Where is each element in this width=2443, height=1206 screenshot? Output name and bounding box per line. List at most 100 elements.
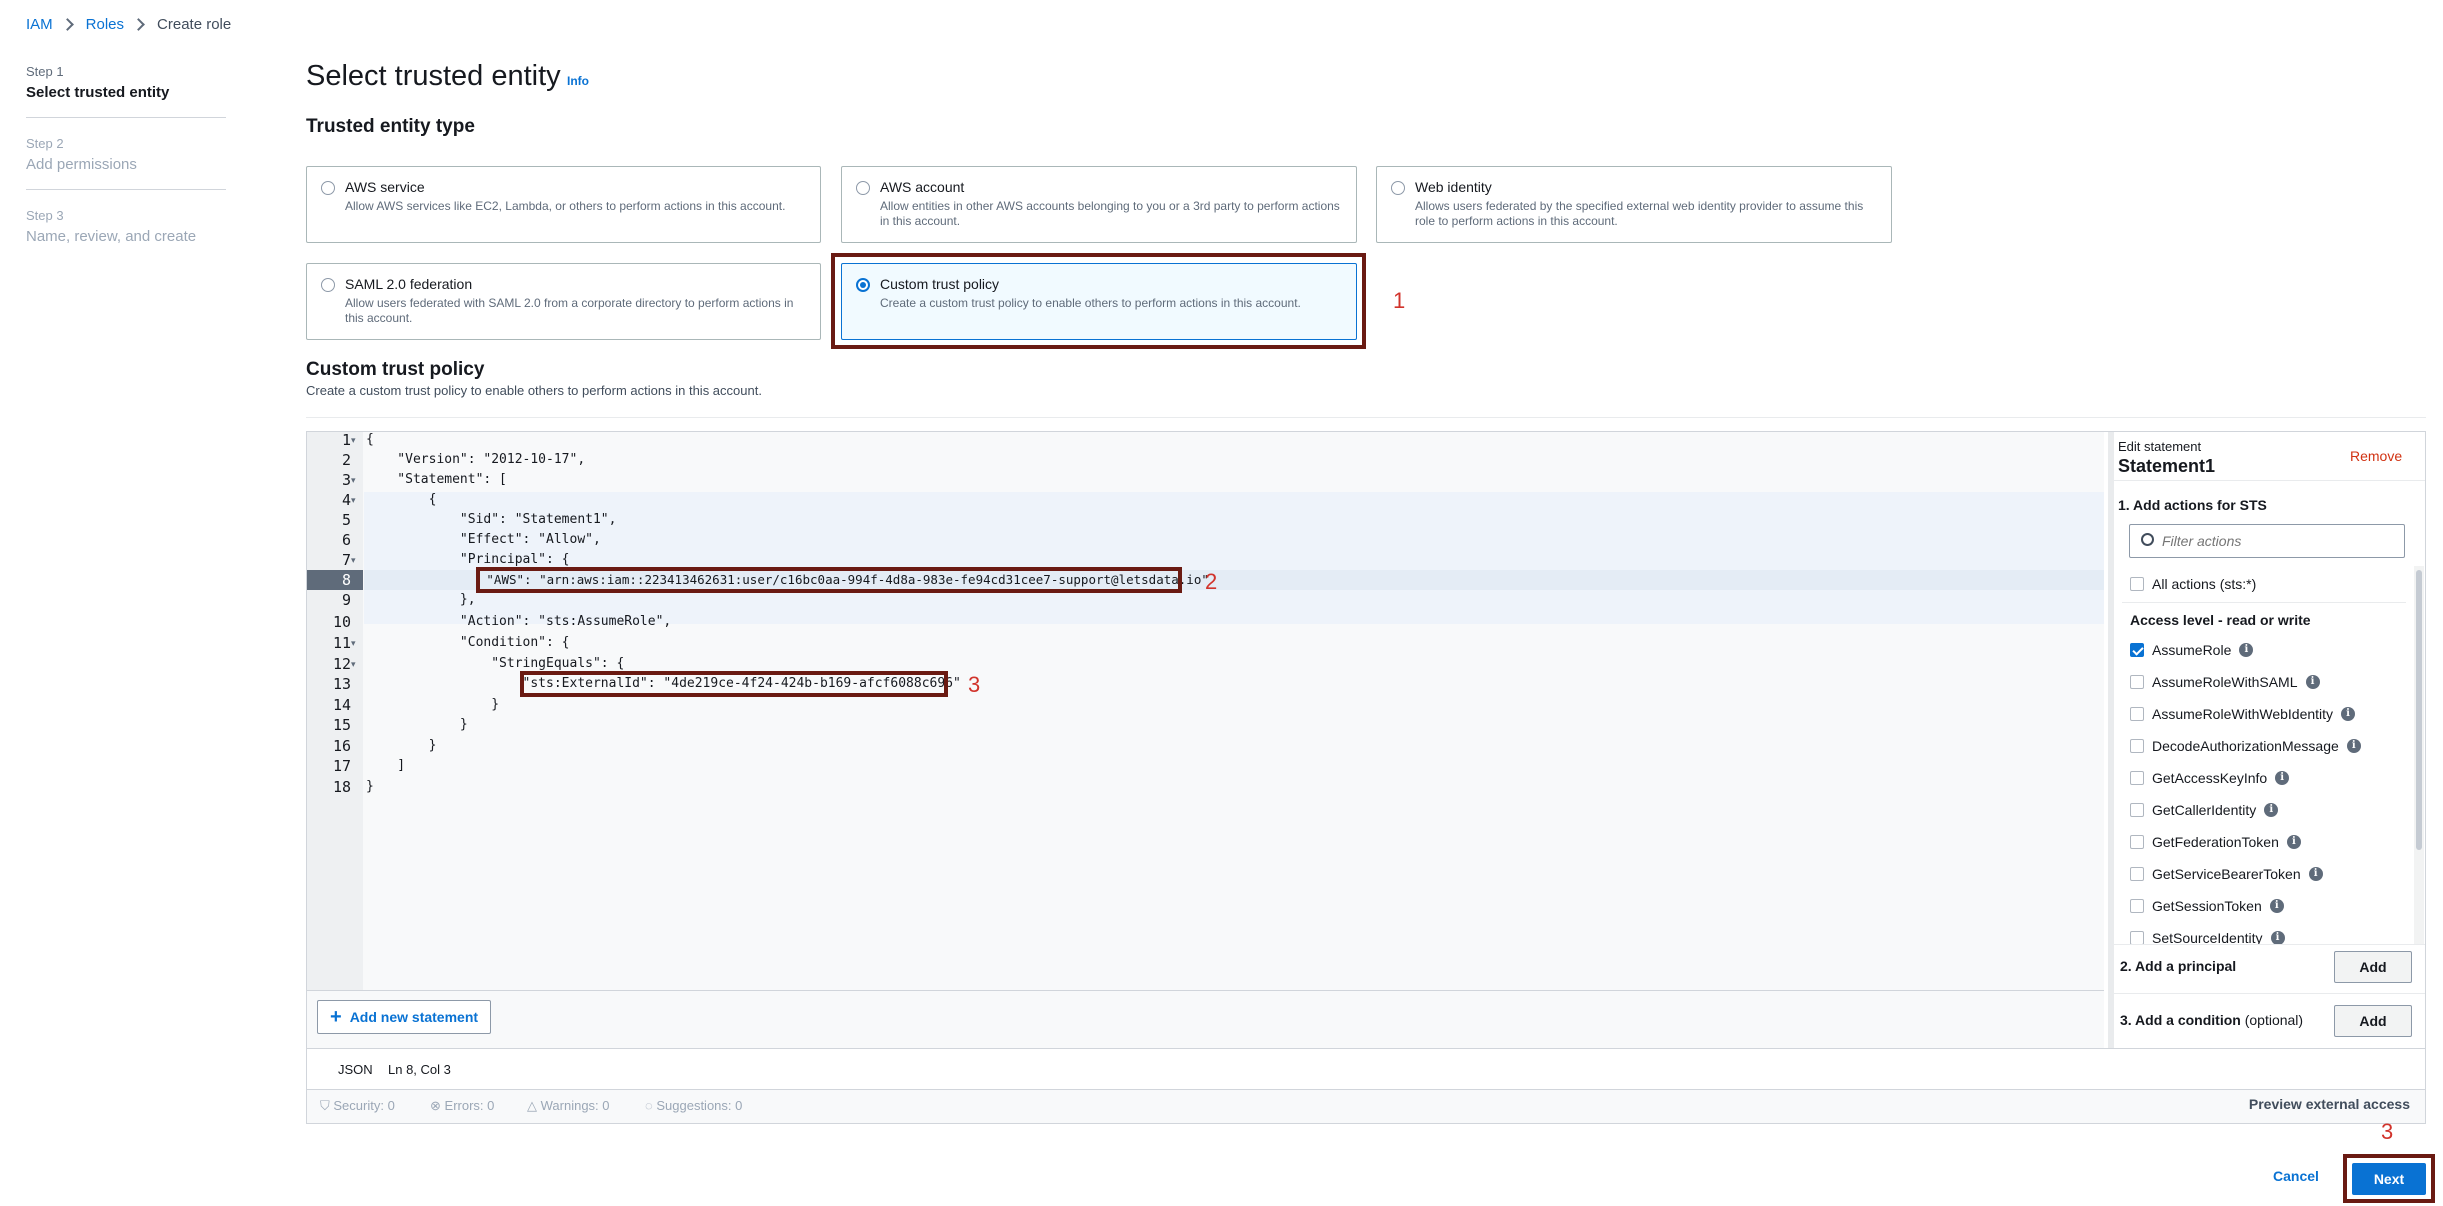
step-number: Step 3 xyxy=(26,208,64,223)
info-icon[interactable]: i xyxy=(2270,931,2285,944)
line-number: 1 xyxy=(341,431,351,449)
radio-button[interactable] xyxy=(321,278,335,292)
action-row[interactable]: GetSessionToken i xyxy=(2152,898,2284,914)
action-checkbox[interactable] xyxy=(2130,835,2144,849)
action-row[interactable]: AssumeRoleWithSAML i xyxy=(2152,674,2320,690)
access-level-heading: Access level - read or write xyxy=(2130,612,2311,628)
line-number: 2 xyxy=(341,451,351,469)
info-icon[interactable]: i xyxy=(2305,675,2320,689)
info-icon[interactable]: i xyxy=(2269,899,2284,913)
all-actions-checkbox[interactable] xyxy=(2130,577,2144,591)
action-row[interactable]: GetServiceBearerToken i xyxy=(2152,866,2323,882)
warnings-check[interactable]: △ Warnings: 0 xyxy=(527,1098,610,1114)
add-condition-heading: 3. Add a condition (optional) xyxy=(2120,1012,2303,1028)
validation-bar xyxy=(307,1090,2425,1123)
suggestions-check[interactable]: ◌ Suggestions: 0 xyxy=(645,1098,742,1113)
errors-check[interactable]: ⊗ Errors: 0 xyxy=(430,1098,494,1114)
step-title: Add permissions xyxy=(26,156,137,173)
radio-button[interactable] xyxy=(856,181,870,195)
action-row[interactable]: GetCallerIdentity i xyxy=(2152,802,2279,818)
tile-description: Allow entities in other AWS accounts bel… xyxy=(880,199,1340,228)
line-number: 5 xyxy=(341,511,351,529)
tile-web-identity[interactable]: Web identity Allows users federated by t… xyxy=(1376,166,1892,243)
radio-button[interactable] xyxy=(321,181,335,195)
fold-arrow-icon[interactable]: ▾ xyxy=(351,633,356,653)
info-icon[interactable]: i xyxy=(2239,643,2254,657)
next-button[interactable]: Next xyxy=(2352,1163,2426,1195)
action-checkbox[interactable] xyxy=(2130,803,2144,817)
code-line: "Condition": { xyxy=(366,635,570,650)
remove-statement-button[interactable]: Remove xyxy=(2350,448,2402,464)
action-row[interactable]: GetAccessKeyInfo i xyxy=(2152,770,2290,786)
tile-aws-account[interactable]: AWS account Allow entities in other AWS … xyxy=(841,166,1357,243)
action-row[interactable]: GetFederationToken i xyxy=(2152,834,2301,850)
statement-name[interactable]: Statement1 xyxy=(2118,456,2215,477)
info-icon[interactable]: i xyxy=(2341,707,2356,721)
policy-heading: Custom trust policy xyxy=(306,359,485,380)
line-number: 10 xyxy=(332,613,351,631)
fold-arrow-icon[interactable]: ▾ xyxy=(351,430,356,450)
action-row[interactable]: AssumeRole i xyxy=(2152,642,2254,658)
line-number: 16 xyxy=(332,737,351,755)
cancel-button[interactable]: Cancel xyxy=(2273,1168,2319,1184)
info-icon[interactable]: i xyxy=(2286,835,2301,849)
breadcrumb-iam[interactable]: IAM xyxy=(26,16,53,33)
fold-arrow-icon[interactable]: ▾ xyxy=(351,490,356,510)
fold-arrow-icon[interactable]: ▾ xyxy=(351,654,356,674)
info-link[interactable]: Info xyxy=(567,74,589,88)
breadcrumb-roles[interactable]: Roles xyxy=(86,16,124,33)
action-checkbox[interactable] xyxy=(2130,707,2144,721)
action-checkbox[interactable] xyxy=(2130,675,2144,689)
divider xyxy=(2122,602,2406,603)
action-checkbox[interactable] xyxy=(2130,931,2144,944)
action-row[interactable]: SetSourceIdentity i xyxy=(2152,930,2285,944)
fold-arrow-icon[interactable]: ▾ xyxy=(351,470,356,490)
preview-external-access-button[interactable]: Preview external access xyxy=(2249,1096,2410,1112)
add-condition-button[interactable]: Add xyxy=(2334,1005,2412,1037)
line-number: 12 xyxy=(332,655,351,673)
add-new-statement-button[interactable]: + Add new statement xyxy=(317,1000,492,1034)
divider xyxy=(2114,944,2425,945)
action-checkbox[interactable] xyxy=(2130,739,2144,753)
info-icon[interactable]: i xyxy=(2308,867,2323,881)
action-checkbox[interactable] xyxy=(2130,771,2144,785)
policy-subtitle: Create a custom trust policy to enable o… xyxy=(306,383,762,398)
divider xyxy=(306,417,2426,418)
status-mode: JSON xyxy=(338,1062,373,1077)
security-check[interactable]: ⛉ Security: 0 xyxy=(320,1098,395,1114)
line-number: 18 xyxy=(332,778,351,796)
filter-actions-input[interactable] xyxy=(2162,529,2392,553)
scrollbar-thumb[interactable] xyxy=(2416,570,2422,850)
edit-statement-label: Edit statement xyxy=(2118,439,2202,454)
actions-scrollbar[interactable] xyxy=(2414,566,2424,944)
tile-saml-federation[interactable]: SAML 2.0 federation Allow users federate… xyxy=(306,263,821,340)
action-row[interactable]: AssumeRoleWithWebIdentity i xyxy=(2152,706,2356,722)
suggestions-count: Suggestions: 0 xyxy=(656,1098,743,1113)
add-principal-button[interactable]: Add xyxy=(2334,951,2412,983)
action-checkbox[interactable] xyxy=(2130,899,2144,913)
action-checkbox[interactable] xyxy=(2130,867,2144,881)
code-line: } xyxy=(366,697,500,712)
step-1[interactable]: Step 1 Select trusted entity xyxy=(26,64,226,118)
chevron-right-icon xyxy=(60,18,74,31)
action-row[interactable]: DecodeAuthorizationMessage i xyxy=(2152,738,2361,754)
code-line: { xyxy=(366,432,374,447)
action-label: GetServiceBearerToken xyxy=(2152,866,2301,882)
action-label: GetSessionToken xyxy=(2152,898,2262,914)
shield-icon: ⛉ xyxy=(320,1098,330,1113)
line-number: 13 xyxy=(332,675,351,693)
annotation-number: 3 xyxy=(2381,1119,2394,1144)
warning-icon: △ xyxy=(527,1098,537,1113)
action-checkbox[interactable] xyxy=(2130,643,2144,657)
info-icon[interactable]: i xyxy=(2275,771,2290,785)
tile-description: Allow users federated with SAML 2.0 from… xyxy=(345,296,794,325)
info-icon[interactable]: i xyxy=(2264,803,2279,817)
code-line: } xyxy=(366,779,374,794)
fold-arrow-icon[interactable]: ▾ xyxy=(351,550,356,570)
step-title: Name, review, and create xyxy=(26,228,197,245)
radio-button[interactable] xyxy=(1391,181,1405,195)
info-icon[interactable]: i xyxy=(2346,739,2361,753)
code-line: "Action": "sts:AssumeRole", xyxy=(366,614,672,629)
tile-aws-service[interactable]: AWS service Allow AWS services like EC2,… xyxy=(306,166,821,243)
line-number: 14 xyxy=(332,696,351,714)
